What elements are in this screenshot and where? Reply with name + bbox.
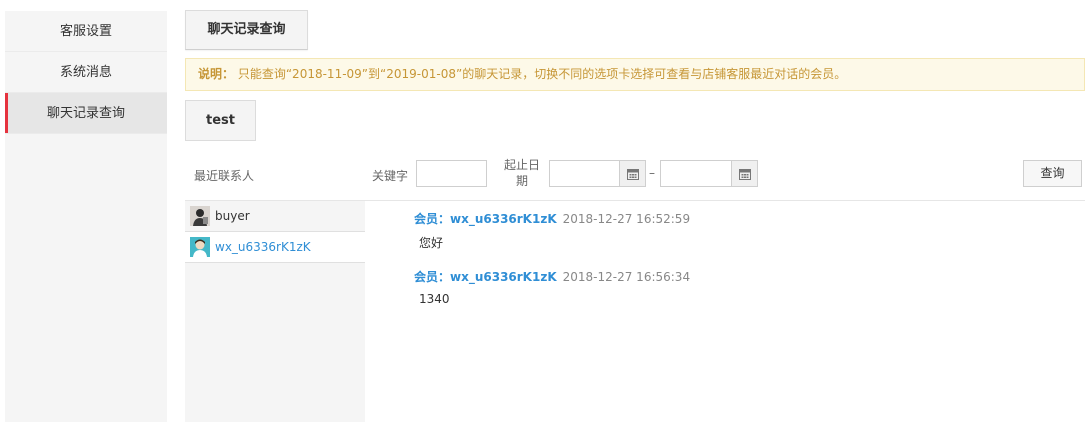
keyword-label: 关键字 xyxy=(372,169,409,183)
contact-name: buyer xyxy=(215,209,250,223)
message-sender: 会员：wx_u6336rK1zK xyxy=(414,212,557,226)
sidebar-item-chat-history[interactable]: 聊天记录查询 xyxy=(5,93,167,134)
user-avatar-icon xyxy=(190,237,210,257)
sidebar: 客服设置 系统消息 聊天记录查询 xyxy=(5,11,167,422)
message-sender: 会员：wx_u6336rK1zK xyxy=(414,270,557,284)
keyword-input[interactable] xyxy=(416,160,487,187)
tab-store-test[interactable]: test xyxy=(185,100,256,141)
end-date-calendar-icon[interactable] xyxy=(732,160,758,187)
user-avatar-icon xyxy=(190,206,210,226)
recent-contacts-label: 最近联系人 xyxy=(194,169,255,183)
message-item: 会员：wx_u6336rK1zK 2018-12-27 16:56:34 1340 xyxy=(414,268,1074,306)
contact-item[interactable]: buyer xyxy=(185,201,365,232)
query-button[interactable]: 查询 xyxy=(1023,160,1082,187)
sidebar-item-service-settings[interactable]: 客服设置 xyxy=(5,11,167,52)
tab-chat-history[interactable]: 聊天记录查询 xyxy=(185,10,308,50)
date-separator: – xyxy=(649,166,655,180)
message-header: 会员：wx_u6336rK1zK 2018-12-27 16:56:34 xyxy=(414,268,1074,286)
message-time: 2018-12-27 16:56:34 xyxy=(562,270,691,284)
message-list: 会员：wx_u6336rK1zK 2018-12-27 16:52:59 您好 会… xyxy=(414,210,1074,323)
message-time: 2018-12-27 16:52:59 xyxy=(562,212,691,226)
message-header: 会员：wx_u6336rK1zK 2018-12-27 16:52:59 xyxy=(414,210,1074,228)
start-date-input[interactable] xyxy=(549,160,620,187)
contact-list: buyer wx_u6336rK1zK xyxy=(185,201,365,422)
start-date-calendar-icon[interactable] xyxy=(620,160,646,187)
notice-banner: 说明： 只能查询“2018-11-09”到“2019-01-08”的聊天记录，切… xyxy=(185,58,1085,91)
date-range-label: 起止日期 xyxy=(503,158,540,188)
end-date-input[interactable] xyxy=(660,160,732,187)
message-body: 1340 xyxy=(419,292,450,306)
sidebar-item-system-messages[interactable]: 系统消息 xyxy=(5,52,167,93)
contact-name: wx_u6336rK1zK xyxy=(215,240,311,254)
notice-prefix: 说明： xyxy=(198,67,235,81)
contact-item[interactable]: wx_u6336rK1zK xyxy=(185,232,365,263)
message-body: 您好 xyxy=(419,236,444,250)
notice-text: 只能查询“2018-11-09”到“2019-01-08”的聊天记录，切换不同的… xyxy=(237,67,847,81)
message-item: 会员：wx_u6336rK1zK 2018-12-27 16:52:59 您好 xyxy=(414,210,1074,251)
